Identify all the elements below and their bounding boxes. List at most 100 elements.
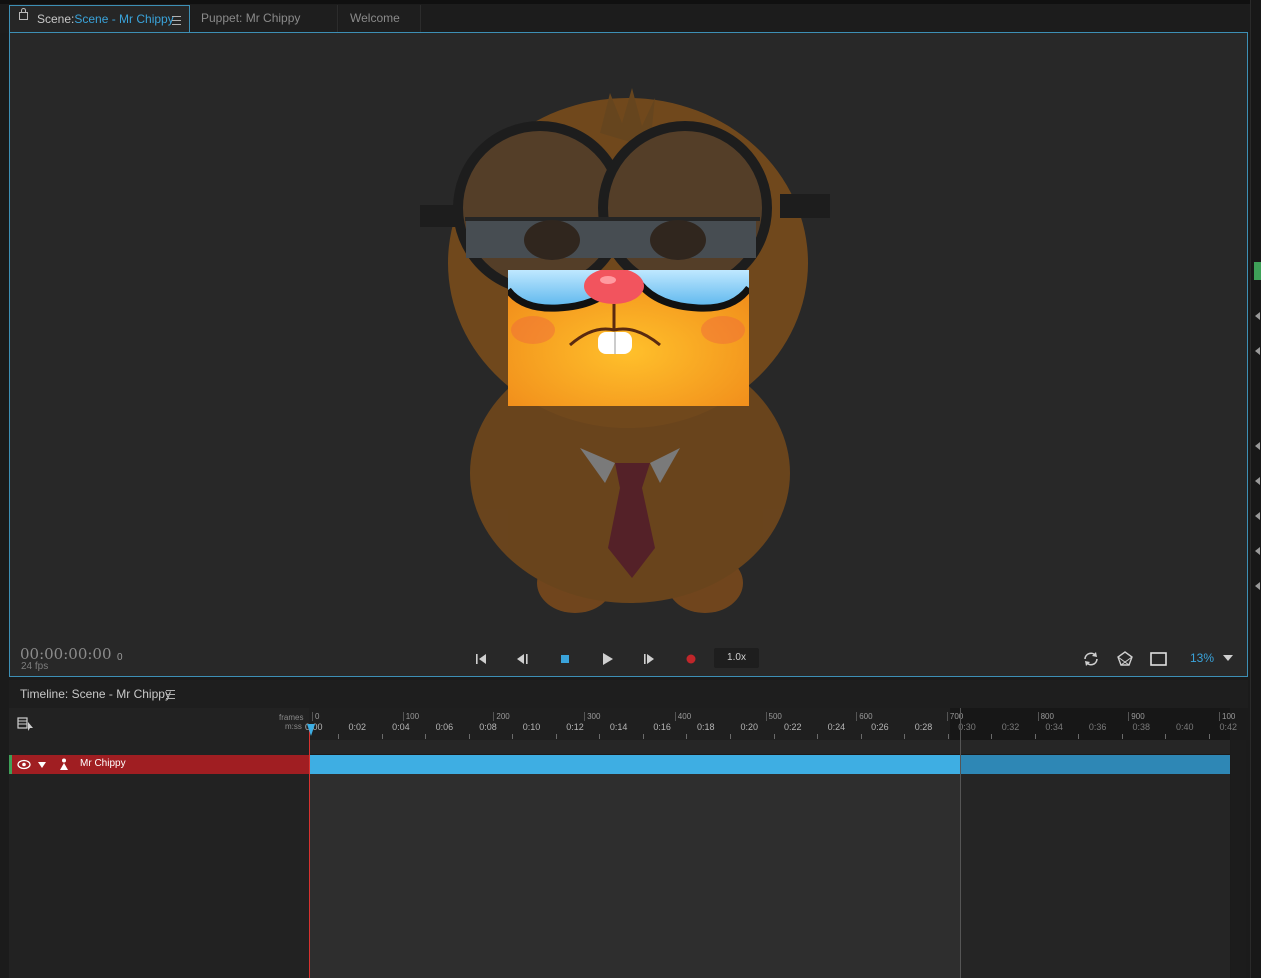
- ruler-tick-mark: [904, 734, 906, 739]
- ruler-tick-mark: [338, 734, 339, 739]
- ruler-time-tick: 0:10: [522, 722, 541, 732]
- ruler-tick-mark: [1209, 734, 1210, 739]
- eye-icon[interactable]: [17, 759, 31, 770]
- ruler-time-tick: 0:16: [653, 722, 671, 732]
- active-indicator: [1254, 262, 1261, 280]
- mouth-view-overlay: [508, 270, 749, 406]
- collapse-arrow-icon[interactable]: [1255, 347, 1260, 355]
- playhead-handle[interactable]: [307, 724, 315, 736]
- lock-icon[interactable]: [19, 8, 28, 20]
- ruler-time-tick: 0:24: [827, 722, 846, 732]
- ruler-tick-mark: [599, 734, 601, 739]
- frame-number: 0: [117, 652, 123, 663]
- scene-panel: 00:00:00:00 0 24 fps 1.0x 13%: [9, 32, 1248, 677]
- timeline-track-area-beyond-end: [961, 774, 1230, 978]
- tab-welcome[interactable]: Welcome: [339, 5, 421, 32]
- collapse-arrow-icon[interactable]: [1255, 512, 1260, 520]
- ruler-time-tick: 0:12: [566, 722, 584, 732]
- ruler-tick-mark: [729, 734, 731, 739]
- ruler-frame-tick: 100: [1219, 712, 1235, 721]
- mesh-toggle-icon[interactable]: [1114, 649, 1136, 669]
- ruler-frame-tick: 300: [584, 712, 600, 721]
- timeline-options-icon[interactable]: [17, 716, 35, 732]
- ruler-tick-mark: [1165, 734, 1167, 739]
- timeline-menu-icon[interactable]: [166, 690, 175, 699]
- ruler-time-tick: 0:04: [392, 722, 410, 732]
- ruler-tick-mark: [1034, 734, 1036, 739]
- collapse-arrow-icon[interactable]: [1255, 582, 1260, 590]
- scene-end-marker[interactable]: [960, 708, 961, 978]
- ruler-tick-mark: [991, 734, 993, 739]
- ruler-time-tick: 0:26: [871, 722, 889, 732]
- expand-triangle-icon[interactable]: [37, 761, 47, 769]
- ruler-frame-tick: 100: [402, 712, 419, 721]
- collapse-arrow-icon[interactable]: [1255, 312, 1260, 320]
- collapse-arrow-icon[interactable]: [1255, 442, 1260, 450]
- ruler-tick-mark: [425, 734, 427, 739]
- play-icon[interactable]: [596, 649, 618, 669]
- step-forward-icon[interactable]: [638, 649, 660, 669]
- ruler-frame-tick: 200: [493, 712, 510, 721]
- ruler-frame-tick: 900: [1128, 712, 1145, 721]
- zoom-level[interactable]: 13%: [1190, 651, 1214, 665]
- ruler-tick-mark: [381, 734, 383, 739]
- tab-scene-name: Scene - Mr Chippy: [74, 12, 174, 26]
- collapse-arrow-icon[interactable]: [1255, 547, 1260, 555]
- playback-speed-control[interactable]: 1.0x: [714, 648, 759, 668]
- ruler-time-tick: 0:14: [609, 722, 628, 732]
- frame-bounds-icon[interactable]: [1148, 649, 1170, 669]
- layer-duration-bar-beyond-end: [960, 755, 1230, 774]
- ruler-time-tick: 0:06: [435, 722, 454, 732]
- properties-panel-edge: [1250, 0, 1261, 978]
- ruler-tick-mark: [817, 734, 819, 739]
- ruler-time-tick: 0:40: [1176, 722, 1194, 732]
- ruler-time-tick: 0:28: [914, 722, 933, 732]
- ruler-tick-mark: [555, 734, 557, 739]
- ruler-tick-mark: [1121, 734, 1123, 739]
- record-icon[interactable]: [680, 649, 702, 669]
- layer-duration-bar[interactable]: [310, 755, 960, 774]
- ruler-tick-mark: [860, 734, 862, 739]
- puppet-icon: [60, 758, 68, 770]
- timeline-panel-header: Timeline: Scene - Mr Chippy: [9, 680, 1248, 708]
- go-to-start-icon[interactable]: [470, 649, 492, 669]
- ruler-tick-mark: [773, 734, 775, 739]
- timeline-scrollbar[interactable]: [1231, 740, 1246, 978]
- chevron-down-icon[interactable]: [1223, 655, 1233, 661]
- playhead-line: [309, 728, 310, 978]
- ruler-frame-tick: 800: [1037, 712, 1054, 721]
- timeline-track-area[interactable]: [310, 774, 960, 978]
- ruler-time-tick: 0:08: [479, 722, 497, 732]
- ruler-tick-mark: [512, 734, 514, 739]
- panel-menu-icon[interactable]: [172, 16, 181, 25]
- fps-label: 24 fps: [21, 661, 49, 672]
- ruler-time-tick: 0:02: [348, 722, 367, 732]
- ruler-time-tick: 0:22: [784, 722, 802, 732]
- ruler-time-tick: 0:20: [740, 722, 759, 732]
- ruler-tick-mark: [947, 734, 949, 739]
- ruler-tick-mark: [642, 734, 644, 739]
- layer-row-mr-chippy[interactable]: Mr Chippy: [9, 755, 309, 774]
- ruler-time-tick: 0:38: [1132, 722, 1150, 732]
- ruler-time-tick: 0:32: [1001, 722, 1020, 732]
- ruler-tick-mark: [686, 734, 688, 739]
- tab-puppet[interactable]: Puppet: Mr Chippy: [191, 5, 338, 32]
- tab-scene[interactable]: Scene:Scene - Mr Chippy: [9, 5, 190, 32]
- ruler-frames-label: frames: [279, 713, 304, 722]
- step-back-icon[interactable]: [512, 649, 534, 669]
- stop-icon[interactable]: [554, 649, 576, 669]
- layer-name: Mr Chippy: [80, 758, 126, 769]
- ruler-time-tick: 0:34: [1045, 722, 1063, 732]
- tab-scene-prefix: Scene:: [37, 12, 75, 26]
- timeline-layer-list: [9, 708, 309, 978]
- ruler-time-tick: 0:18: [696, 722, 715, 732]
- ruler-tick-mark: [1078, 734, 1080, 739]
- ruler-tick-mark: [468, 734, 470, 739]
- ruler-frame-tick: 500: [765, 712, 782, 721]
- ruler-time-tick: 0:42: [1219, 722, 1238, 732]
- loop-icon[interactable]: [1080, 649, 1102, 669]
- ruler-mss-label: m:ss: [285, 722, 302, 731]
- layer-color-tag: [9, 755, 12, 774]
- timeline-track-strip: [309, 740, 1230, 754]
- collapse-arrow-icon[interactable]: [1255, 477, 1260, 485]
